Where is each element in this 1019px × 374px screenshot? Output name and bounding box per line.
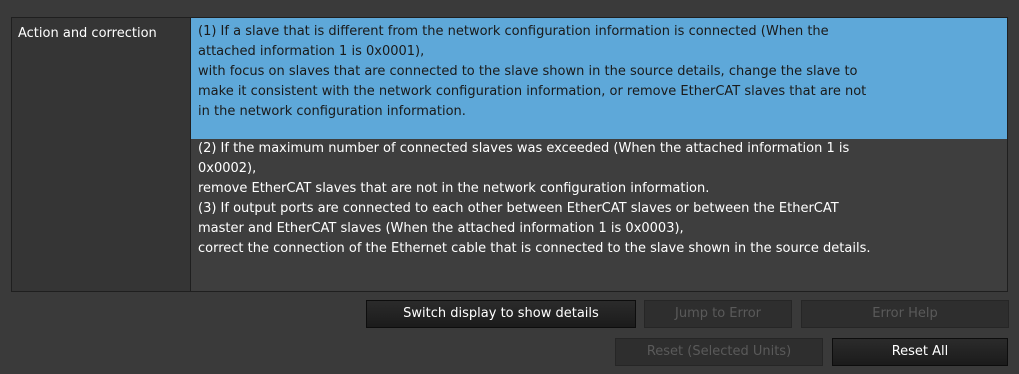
text-line: attached information 1 is 0x0001), bbox=[198, 44, 425, 59]
action-correction-label: Action and correction bbox=[12, 18, 191, 291]
error-help-button[interactable]: Error Help bbox=[801, 300, 1009, 328]
text-line: 0x0002), bbox=[198, 161, 257, 176]
text-line: with focus on slaves that are connected … bbox=[198, 64, 858, 79]
text-line: master and EtherCAT slaves (When the att… bbox=[198, 221, 684, 236]
text-line: make it consistent with the network conf… bbox=[198, 84, 867, 99]
text-line: (2) If the maximum number of connected s… bbox=[198, 141, 850, 156]
switch-display-button[interactable]: Switch display to show details bbox=[366, 300, 636, 328]
details-table: Action and correction (1) If a slave tha… bbox=[11, 17, 1008, 292]
error-details-panel: Action and correction (1) If a slave tha… bbox=[0, 0, 1019, 374]
selected-text-block[interactable]: (1) If a slave that is different from th… bbox=[191, 18, 1007, 139]
reset-all-button[interactable]: Reset All bbox=[832, 338, 1008, 366]
plain-text-block: (2) If the maximum number of connected s… bbox=[191, 139, 1007, 259]
jump-to-error-button[interactable]: Jump to Error bbox=[644, 300, 792, 328]
text-line: remove EtherCAT slaves that are not in t… bbox=[198, 181, 710, 196]
action-correction-text[interactable]: (1) If a slave that is different from th… bbox=[191, 18, 1007, 291]
text-line: in the network configuration information… bbox=[198, 104, 466, 119]
text-line: correct the connection of the Ethernet c… bbox=[198, 241, 871, 256]
text-line: (1) If a slave that is different from th… bbox=[198, 24, 829, 39]
reset-selected-units-button[interactable]: Reset (Selected Units) bbox=[615, 338, 823, 366]
text-line: (3) If output ports are connected to eac… bbox=[198, 201, 839, 216]
